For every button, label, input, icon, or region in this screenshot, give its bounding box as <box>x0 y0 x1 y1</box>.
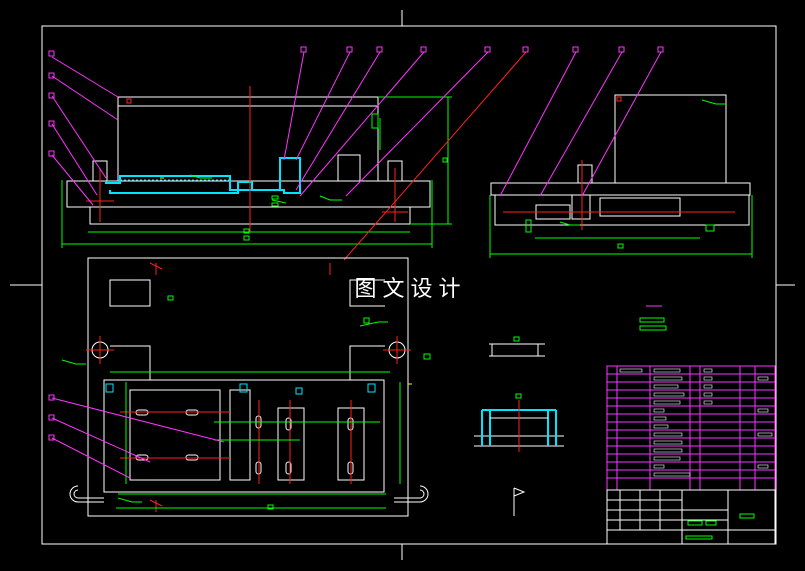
center-marks <box>160 177 412 385</box>
material-legend <box>639 305 667 331</box>
parts-list <box>606 365 776 491</box>
top-view <box>48 257 431 517</box>
detail-profile <box>474 336 564 516</box>
side-view <box>489 46 753 258</box>
title-block <box>606 489 776 545</box>
cad-drawing-canvas <box>10 10 795 560</box>
front-view <box>48 46 529 261</box>
